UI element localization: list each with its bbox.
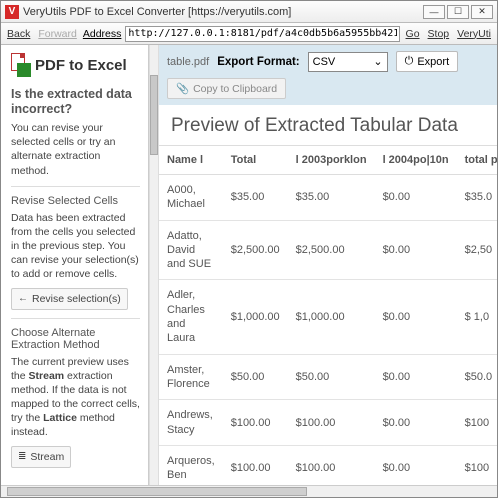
go-button[interactable]: Go (404, 28, 422, 40)
cell-value: $ 1,0 (457, 280, 497, 354)
brand-link[interactable]: VeryUti (455, 28, 493, 40)
cell-value: $50.00 (288, 354, 375, 400)
cell-name: Adatto, David and SUE (159, 220, 223, 280)
logo-text: PDF to Excel (35, 57, 127, 74)
export-button[interactable]: ⏻ Export (396, 51, 459, 72)
cell-value: $100.00 (223, 400, 288, 446)
pdf-to-excel-icon (11, 53, 31, 77)
divider (11, 318, 140, 319)
cell-value: $1,000.00 (223, 280, 288, 354)
cell-value: $50.0 (457, 354, 497, 400)
export-format-value: CSV (313, 56, 336, 68)
table-row: A000, Michael$35.00$35.00$0.00$35.0 (159, 175, 497, 221)
copy-button-label: Copy to Clipboard (193, 83, 277, 95)
export-format-select[interactable]: CSV ⌄ (308, 52, 388, 72)
stop-button[interactable]: Stop (426, 28, 452, 40)
column-header: total p (457, 146, 497, 175)
stream-button-label: Stream (30, 451, 64, 463)
maximize-icon[interactable]: ☐ (447, 5, 469, 19)
cell-value: $100 (457, 400, 497, 446)
address-label: Address (83, 28, 122, 40)
export-format-label: Export Format: (217, 56, 299, 68)
cell-value: $1,000.00 (288, 280, 375, 354)
cell-name: Andrews, Stacy (159, 400, 223, 446)
copy-clipboard-button[interactable]: 📎 Copy to Clipboard (167, 78, 286, 99)
close-icon[interactable]: ✕ (471, 5, 493, 19)
column-header: Total (223, 146, 288, 175)
table-row: Andrews, Stacy$100.00$100.00$0.00$100 (159, 400, 497, 446)
forward-button[interactable]: Forward (36, 28, 79, 40)
window-title: VeryUtils PDF to Excel Converter [https:… (23, 6, 423, 18)
export-button-label: Export (417, 56, 449, 68)
revise-text: Data has been extracted from the cells y… (11, 211, 140, 282)
column-header: Name l (159, 146, 223, 175)
sidebar: PDF to Excel Is the extracted data incor… (1, 45, 149, 497)
main-panel: table.pdf Export Format: CSV ⌄ ⏻ Export … (159, 45, 497, 497)
cell-value: $2,500.00 (223, 220, 288, 280)
revise-selection-button[interactable]: ← Revise selection(s) (11, 288, 128, 310)
table-body: A000, Michael$35.00$35.00$0.00$35.0Adatt… (159, 175, 497, 498)
app-window: V VeryUtils PDF to Excel Converter [http… (0, 0, 498, 498)
alternate-subheading: Choose Alternate Extraction Method (11, 327, 140, 351)
cell-value: $0.00 (375, 175, 457, 221)
cell-value: $35.00 (223, 175, 288, 221)
alternate-text: The current preview uses the Stream extr… (11, 355, 140, 440)
column-header: l 2004po|10n (375, 146, 457, 175)
table-header-row: Name lTotall 2003porklonl 2004po|10ntota… (159, 146, 497, 175)
cell-value: $0.00 (375, 354, 457, 400)
cell-value: $0.00 (375, 400, 457, 446)
content-area: PDF to Excel Is the extracted data incor… (1, 45, 497, 497)
logo: PDF to Excel (11, 53, 140, 77)
table-row: Amster, Florence$50.00$50.00$0.00$50.0 (159, 354, 497, 400)
data-table: Name lTotall 2003porklonl 2004po|10ntota… (159, 145, 497, 497)
cell-value: $0.00 (375, 280, 457, 354)
cell-value: $100.00 (288, 400, 375, 446)
divider (11, 186, 140, 187)
revise-button-label: Revise selection(s) (32, 293, 121, 305)
sidebar-scrollbar[interactable] (149, 45, 159, 485)
arrow-left-icon: ← (18, 293, 28, 304)
stream-button[interactable]: ≣ Stream (11, 446, 71, 468)
window-controls: — ☐ ✕ (423, 5, 493, 19)
address-input[interactable] (125, 26, 399, 42)
sidebar-heading: Is the extracted data incorrect? (11, 87, 140, 117)
table-row: Adatto, David and SUE$2,500.00$2,500.00$… (159, 220, 497, 280)
table-row: Adler, Charles and Laura$1,000.00$1,000.… (159, 280, 497, 354)
filename-label: table.pdf (167, 56, 209, 68)
preview-heading: Preview of Extracted Tabular Data (159, 105, 497, 145)
app-icon: V (5, 5, 19, 19)
back-button[interactable]: Back (5, 28, 32, 40)
list-icon: ≣ (18, 451, 26, 462)
titlebar: V VeryUtils PDF to Excel Converter [http… (1, 1, 497, 23)
cell-value: $35.0 (457, 175, 497, 221)
chevron-down-icon: ⌄ (373, 55, 382, 68)
minimize-icon[interactable]: — (423, 5, 445, 19)
cell-name: A000, Michael (159, 175, 223, 221)
cell-name: Amster, Florence (159, 354, 223, 400)
export-strip: table.pdf Export Format: CSV ⌄ ⏻ Export … (159, 45, 497, 105)
sidebar-intro: You can revise your selected cells or tr… (11, 121, 140, 178)
horizontal-scrollbar[interactable] (1, 485, 497, 497)
nav-toolbar: Back Forward Address Go Stop VeryUti (1, 23, 497, 45)
cell-value: $0.00 (375, 220, 457, 280)
column-header: l 2003porklon (288, 146, 375, 175)
cell-value: $50.00 (223, 354, 288, 400)
paperclip-icon: 📎 (176, 82, 189, 95)
power-icon: ⏻ (405, 55, 414, 68)
revise-subheading: Revise Selected Cells (11, 195, 140, 207)
cell-value: $2,50 (457, 220, 497, 280)
cell-name: Adler, Charles and Laura (159, 280, 223, 354)
cell-value: $2,500.00 (288, 220, 375, 280)
cell-value: $35.00 (288, 175, 375, 221)
